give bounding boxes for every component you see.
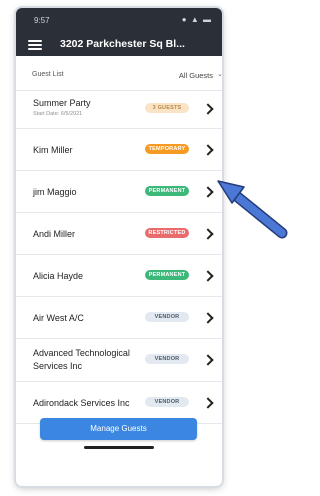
- annotation-arrow: [217, 180, 288, 239]
